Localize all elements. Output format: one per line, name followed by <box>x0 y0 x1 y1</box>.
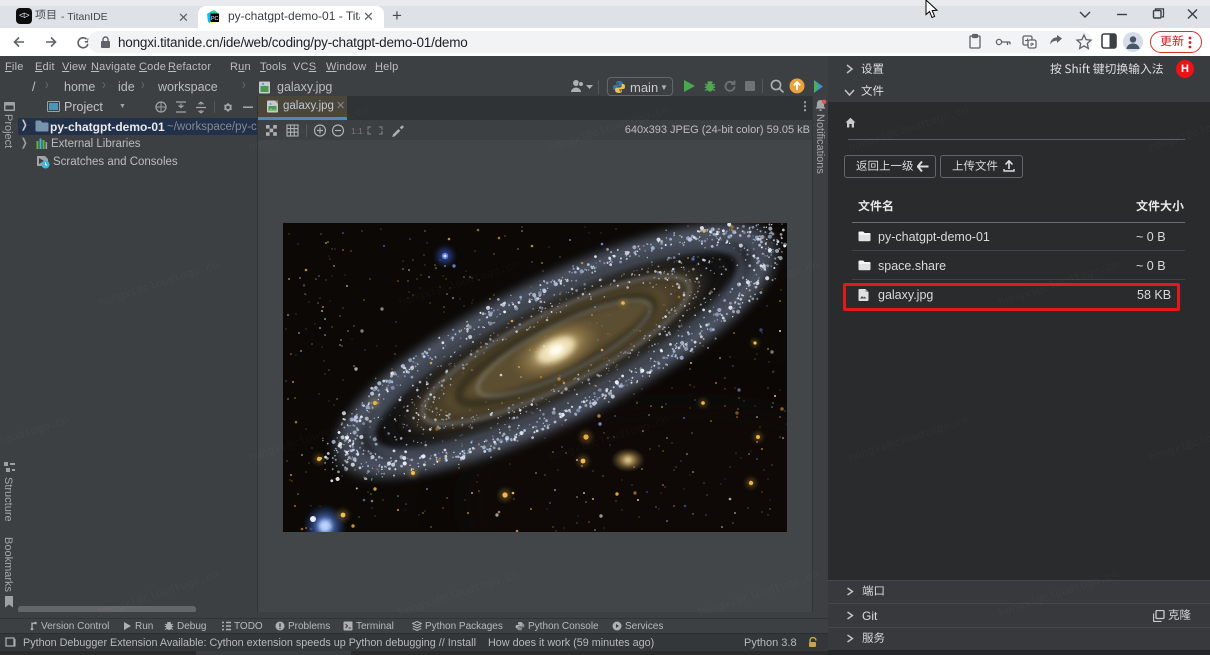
svg-text:PC: PC <box>211 16 219 22</box>
svg-text:1:1: 1:1 <box>351 126 363 136</box>
